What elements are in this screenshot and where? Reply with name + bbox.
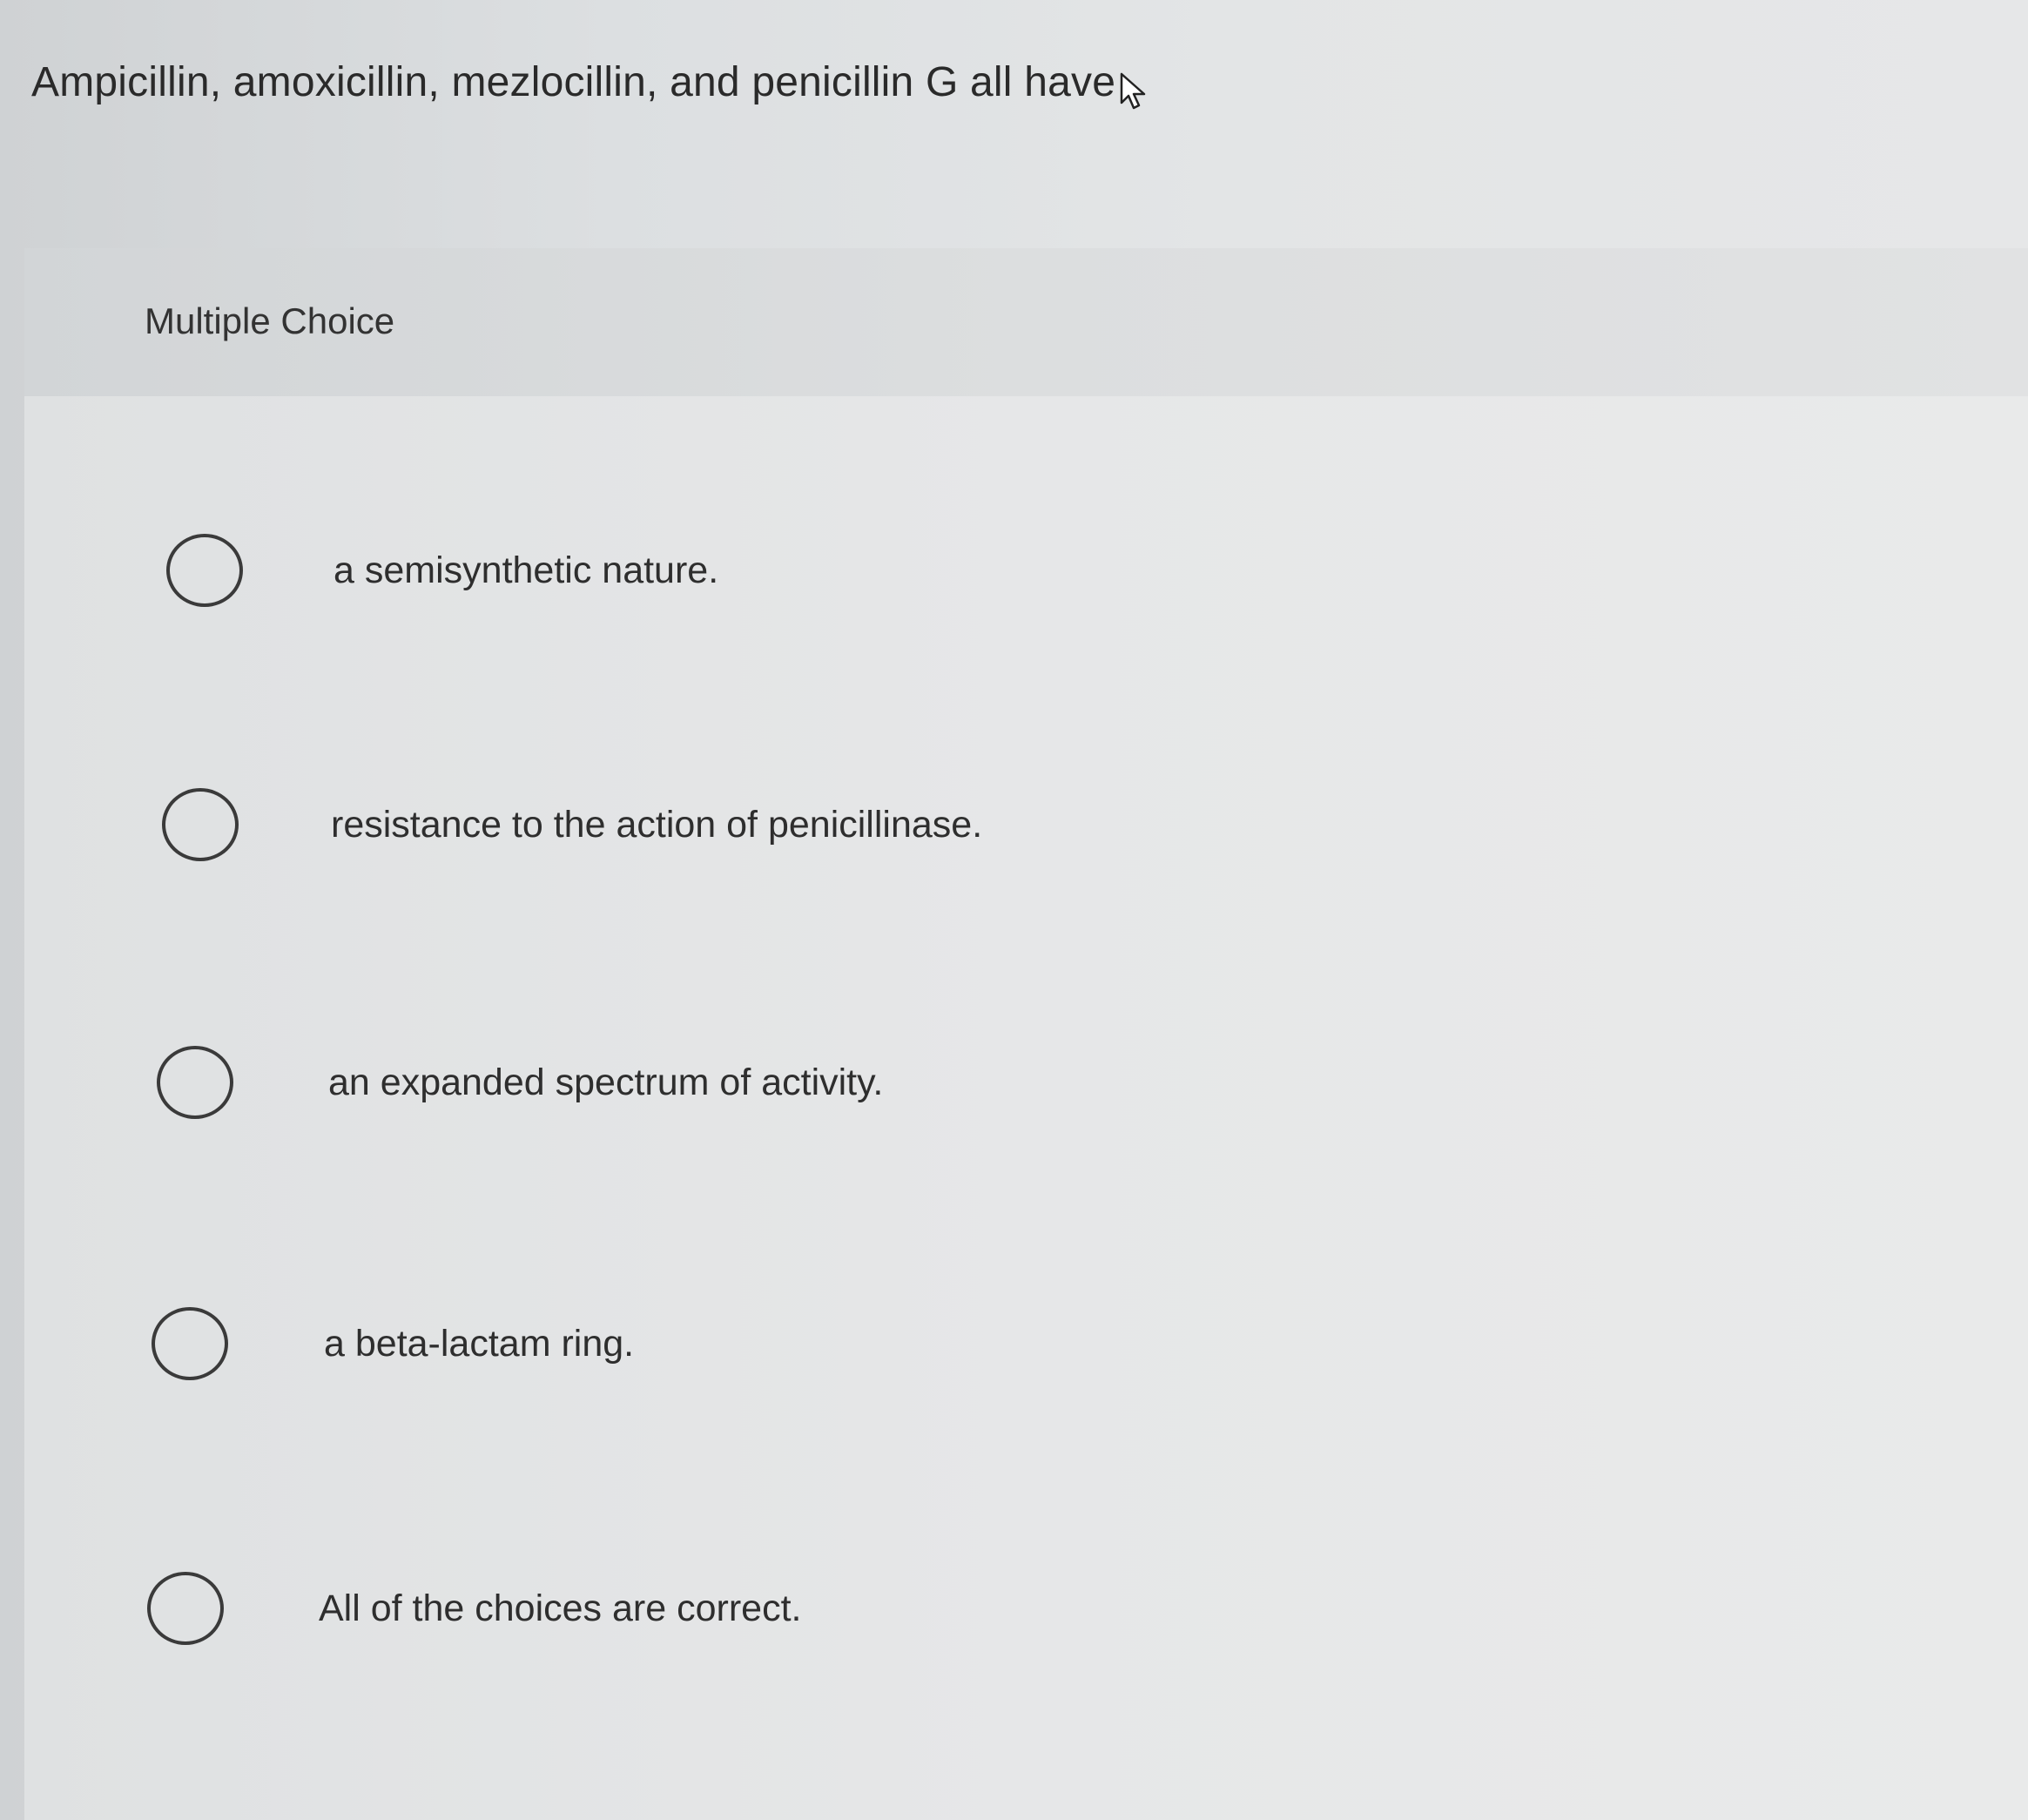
radio-button-icon[interactable]	[157, 1046, 233, 1119]
choice-option-2[interactable]: resistance to the action of penicillinas…	[24, 772, 1592, 877]
question-type-label: Multiple Choice	[145, 300, 395, 341]
choice-label-5: All of the choices are correct.	[319, 1587, 802, 1629]
choice-label-3: an expanded spectrum of activity.	[328, 1061, 884, 1103]
choice-label-4: a beta-lactam ring.	[324, 1322, 635, 1365]
choice-option-3[interactable]: an expanded spectrum of activity.	[24, 1030, 1592, 1135]
question-prompt: Ampicillin, amoxicillin, mezlocillin, an…	[31, 52, 1150, 111]
mouse-pointer-icon	[1119, 71, 1150, 111]
radio-button-icon[interactable]	[166, 534, 243, 607]
radio-button-icon[interactable]	[147, 1572, 224, 1645]
choice-option-4[interactable]: a beta-lactam ring.	[24, 1291, 1592, 1396]
choice-option-5[interactable]: All of the choices are correct.	[24, 1556, 1592, 1661]
radio-button-icon[interactable]	[162, 788, 239, 861]
choice-label-1: a semisynthetic nature.	[334, 549, 719, 591]
choice-label-2: resistance to the action of penicillinas…	[331, 803, 983, 846]
choice-option-1[interactable]: a semisynthetic nature.	[24, 518, 1592, 623]
question-text: Ampicillin, amoxicillin, mezlocillin, an…	[31, 58, 1116, 105]
multiple-choice-panel: Multiple Choice a semisynthetic nature. …	[24, 248, 2028, 1820]
panel-header: Multiple Choice	[24, 248, 2028, 396]
radio-button-icon[interactable]	[152, 1307, 228, 1380]
